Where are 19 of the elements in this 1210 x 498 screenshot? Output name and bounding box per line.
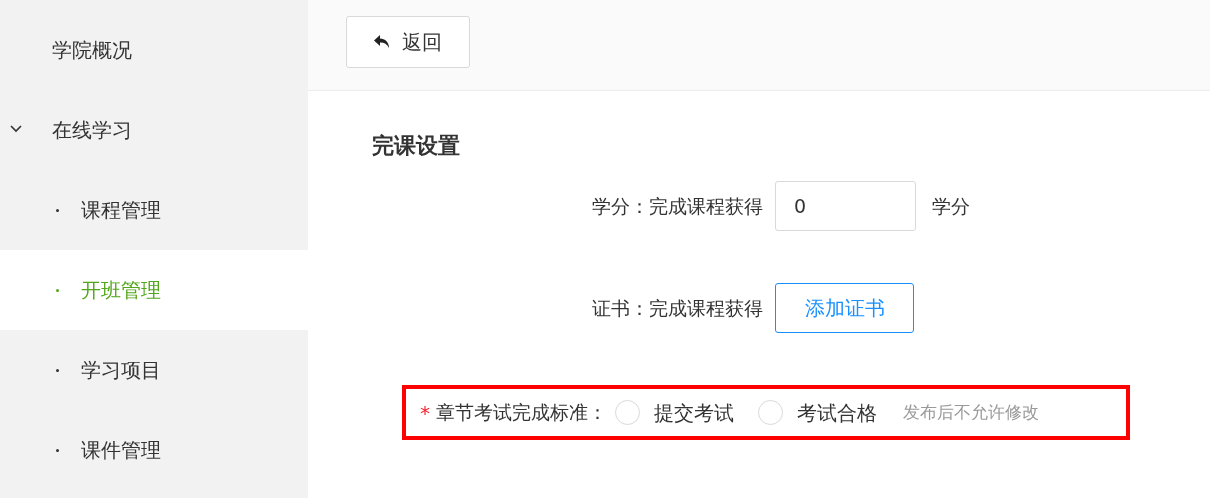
credit-input[interactable]: 0 — [775, 181, 916, 231]
radio-button[interactable] — [615, 400, 640, 425]
field-label: 章节考试完成标准： — [436, 400, 607, 426]
hint-text: 发布后不允许修改 — [903, 400, 1039, 424]
field-label: 学分：完成课程获得 — [591, 193, 764, 219]
radio-button[interactable] — [758, 400, 783, 425]
radio-label[interactable]: 考试合格 — [797, 397, 877, 428]
section-title: 完课设置 — [372, 132, 461, 160]
back-button[interactable]: 返回 — [346, 16, 470, 68]
field-label: 证书：完成课程获得 — [591, 295, 764, 321]
radio-label[interactable]: 提交考试 — [654, 397, 734, 428]
sidebar-subitem[interactable]: 学习项目 — [0, 330, 308, 410]
sidebar-item[interactable]: 学院概况 — [0, 10, 308, 90]
sidebar-subitem[interactable]: 课程管理 — [0, 170, 308, 250]
back-arrow-icon — [374, 34, 390, 50]
sidebar-subitem[interactable]: 课件管理 — [0, 410, 308, 490]
unit-label: 学分 — [932, 193, 970, 219]
required-mark: * — [420, 399, 430, 427]
sidebar-group[interactable]: 在线学习 — [0, 90, 308, 170]
